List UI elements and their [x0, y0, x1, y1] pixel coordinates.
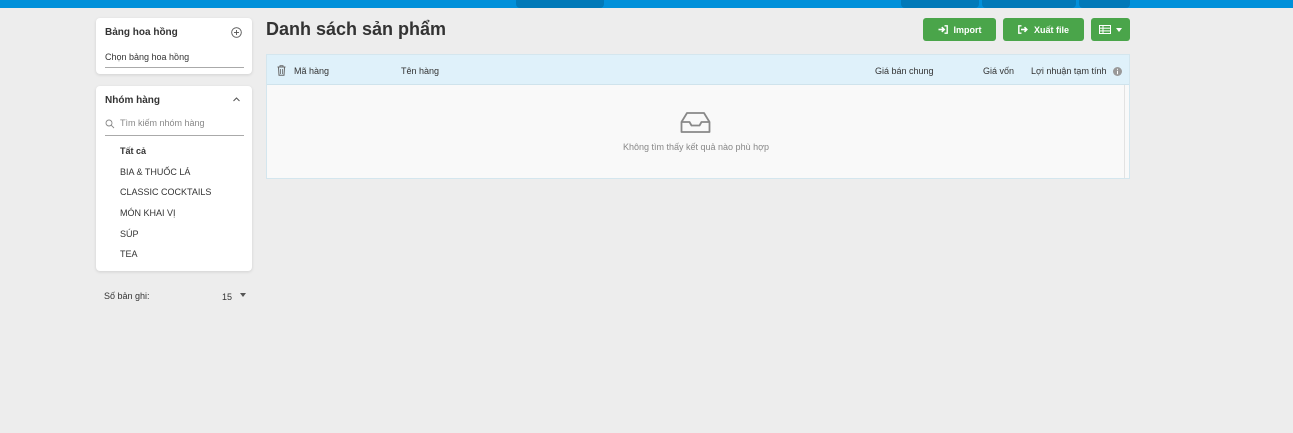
search-icon	[105, 119, 115, 129]
trash-icon[interactable]	[277, 65, 286, 76]
group-item-tea[interactable]: TEA	[120, 247, 211, 268]
column-header-price[interactable]: Giá bán chung	[875, 66, 934, 76]
inbox-icon	[680, 112, 711, 133]
group-item-classic-cocktails[interactable]: CLASSIC COCKTAILS	[120, 185, 211, 206]
export-label: Xuất file	[1033, 24, 1069, 35]
column-header-code[interactable]: Mã hàng	[294, 66, 329, 76]
import-icon	[938, 25, 948, 34]
top-bar-tab[interactable]	[982, 0, 1076, 8]
product-table: Mã hàng Tên hàng Giá bán chung Giá vốn L…	[266, 54, 1130, 179]
plus-circle-icon[interactable]	[231, 27, 242, 38]
caret-down-icon[interactable]	[240, 293, 246, 297]
chevron-up-icon[interactable]	[232, 95, 241, 104]
records-label: Số bản ghi:	[104, 291, 150, 301]
import-button[interactable]: Import	[923, 18, 996, 41]
commission-panel: Bảng hoa hồng Chọn bảng hoa hồng	[96, 18, 252, 74]
top-bar-tab[interactable]	[516, 0, 604, 8]
top-bar-tab[interactable]	[1079, 0, 1130, 8]
product-group-panel: Nhóm hàng Tìm kiếm nhóm hàng Tất cả BIA …	[96, 86, 252, 271]
records-value[interactable]: 15	[222, 292, 232, 302]
export-button[interactable]: Xuất file	[1003, 18, 1084, 41]
import-label: Import	[953, 24, 982, 35]
column-header-name[interactable]: Tên hàng	[401, 66, 439, 76]
caret-down-icon	[1116, 27, 1122, 32]
records-per-page: Số bản ghi: 15	[104, 291, 252, 302]
empty-message: Không tìm thấy kết quả nào phù hợp	[622, 142, 769, 152]
group-search-input[interactable]: Tìm kiếm nhóm hàng	[105, 118, 244, 136]
group-item-appetizers[interactable]: MÓN KHAI VỊ	[120, 206, 211, 227]
commission-title: Bảng hoa hồng	[105, 27, 178, 38]
export-icon	[1018, 25, 1028, 34]
group-item-all[interactable]: Tất cả	[120, 144, 211, 165]
column-view-button[interactable]	[1091, 18, 1130, 41]
column-header-profit[interactable]: Lợi nhuận tạm tính	[1031, 66, 1106, 76]
commission-select[interactable]: Chọn bảng hoa hồng	[105, 52, 244, 68]
group-list: Tất cả BIA & THUỐC LÁ CLASSIC COCKTAILS …	[120, 144, 211, 268]
table-header: Mã hàng Tên hàng Giá bán chung Giá vốn L…	[267, 55, 1129, 85]
info-icon[interactable]	[1113, 67, 1122, 76]
list-view-icon	[1099, 25, 1111, 34]
group-search-placeholder: Tìm kiếm nhóm hàng	[120, 118, 205, 128]
group-item-soup[interactable]: SÚP	[120, 227, 211, 248]
empty-state: Không tìm thấy kết quả nào phù hợp	[267, 85, 1125, 178]
product-group-title: Nhóm hàng	[105, 95, 160, 106]
top-navigation-bar	[0, 0, 1293, 8]
page-title: Danh sách sản phẩm	[266, 19, 447, 39]
top-bar-tab[interactable]	[901, 0, 979, 8]
group-item-beer-tobacco[interactable]: BIA & THUỐC LÁ	[120, 165, 211, 186]
column-header-cost[interactable]: Giá vốn	[983, 66, 1014, 76]
